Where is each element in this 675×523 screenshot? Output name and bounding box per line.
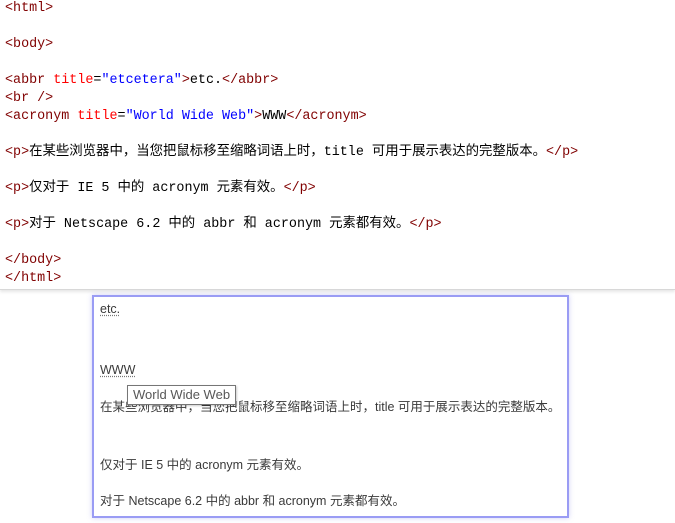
code-token-tag: </abbr> — [222, 73, 279, 88]
code-line[interactable]: <p>对于 Netscape 6.2 中的 abbr 和 acronym 元素都… — [5, 216, 578, 234]
code-token-tag: </acronym> — [286, 109, 367, 124]
code-token-tag: </p> — [409, 217, 442, 232]
code-token-tag: <p> — [5, 145, 30, 160]
code-line[interactable] — [5, 54, 578, 72]
abbr-etc[interactable]: etc. — [100, 302, 120, 316]
code-lines[interactable]: <html> <body> <abbr title="etcetera">etc.<… — [0, 0, 578, 288]
code-line[interactable]: <abbr title="etcetera">etc.</abbr> — [5, 72, 578, 90]
code-token-value: "World Wide Web" — [125, 109, 255, 124]
code-token-tag: <br /> — [5, 91, 54, 106]
code-line[interactable]: </html> — [5, 270, 578, 288]
code-token-attr: title — [77, 109, 118, 124]
code-line[interactable] — [5, 198, 578, 216]
code-line[interactable] — [5, 18, 578, 36]
code-token-tag: </p> — [283, 181, 316, 196]
code-line[interactable] — [5, 126, 578, 144]
code-token-tag: <acronym — [5, 109, 70, 124]
code-token-tag: <p> — [5, 181, 30, 196]
code-token-tag: > — [181, 73, 190, 88]
code-token-tag: </p> — [546, 145, 579, 160]
code-line[interactable]: </body> — [5, 252, 578, 270]
code-token-tag: > — [254, 109, 263, 124]
code-token-attr: title — [53, 73, 94, 88]
code-token-text: etc. — [189, 73, 223, 88]
paragraph-netscape: 对于 Netscape 6.2 中的 abbr 和 acronym 元素都有效。 — [100, 494, 405, 508]
code-line[interactable]: <html> — [5, 0, 578, 18]
code-line[interactable] — [5, 162, 578, 180]
code-line[interactable]: <body> — [5, 36, 578, 54]
code-token-tag: </body> — [5, 253, 62, 268]
code-line[interactable]: <p>仅对于 IE 5 中的 acronym 元素有效。</p> — [5, 180, 578, 198]
result-preview: etc. WWW 在某些浏览器中，当您把鼠标移至缩略词语上时，title 可用于… — [92, 295, 569, 518]
code-line[interactable]: <p>在某些浏览器中，当您把鼠标移至缩略词语上时，title 可用于展示表达的完… — [5, 144, 578, 162]
code-token-text: = — [117, 109, 126, 124]
code-token-value: "etcetera" — [101, 73, 182, 88]
code-editor[interactable]: <html> <body> <abbr title="etcetera">etc.<… — [0, 0, 675, 290]
code-token-tag: <abbr — [5, 73, 46, 88]
code-line[interactable]: <acronym title="World Wide Web">WWW</acr… — [5, 108, 578, 126]
code-token-text: 在某些浏览器中，当您把鼠标移至缩略词语上时，title 可用于展示表达的完整版本… — [29, 145, 546, 160]
title-tooltip: World Wide Web — [127, 385, 237, 405]
code-token-text: WWW — [262, 109, 287, 124]
code-line[interactable] — [5, 234, 578, 252]
acronym-www[interactable]: WWW — [100, 363, 135, 377]
code-token-tag: <p> — [5, 217, 30, 232]
code-line[interactable]: <br /> — [5, 90, 578, 108]
code-token-tag: </html> — [5, 271, 62, 286]
code-token-text: 对于 Netscape 6.2 中的 abbr 和 acronym 元素都有效。 — [29, 217, 410, 232]
code-token-tag: <html> — [5, 1, 54, 16]
code-token-tag: <body> — [5, 37, 54, 52]
paragraph-ie5: 仅对于 IE 5 中的 acronym 元素有效。 — [100, 458, 310, 472]
code-token-text: 仅对于 IE 5 中的 acronym 元素有效。 — [29, 181, 284, 196]
